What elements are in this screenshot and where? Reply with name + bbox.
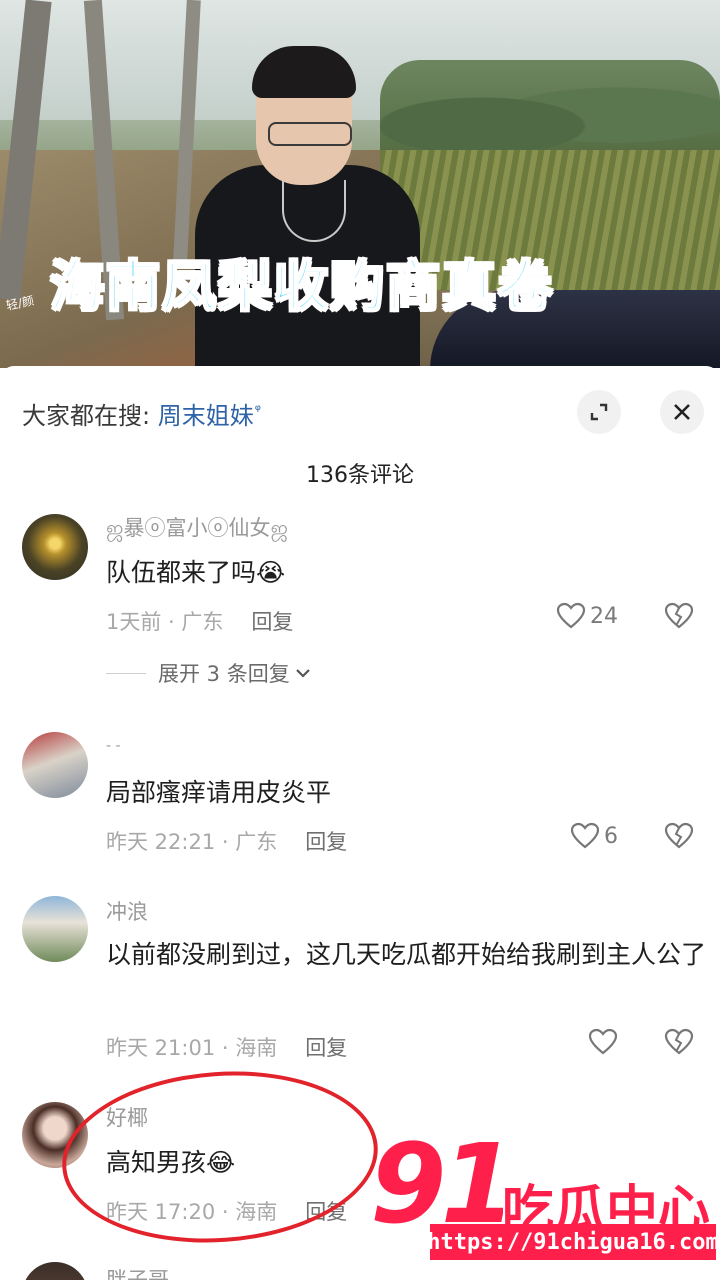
comment-text: 队伍都来了吗😭 xyxy=(106,558,286,587)
watermark-url: https://91chigua16.com xyxy=(427,1224,719,1260)
broken-heart-icon xyxy=(664,1028,694,1055)
close-icon xyxy=(674,404,690,420)
avatar[interactable] xyxy=(22,732,88,798)
comment-text: 以前都没刷到过，这几天吃瓜都开始给我刷到主人公了 xyxy=(106,940,707,969)
heart-icon xyxy=(570,822,600,849)
broken-heart-icon xyxy=(664,602,694,629)
reply-button[interactable]: 回复 xyxy=(305,830,347,854)
expand-replies-label: 展开 3 条回复 xyxy=(158,662,290,686)
video-person-necklace xyxy=(282,180,346,242)
comment-time-location: 昨天 21:01 · 海南 xyxy=(106,1036,278,1060)
video-caption: 海南凤梨收购商真卷 xyxy=(49,254,554,319)
comment-nickname[interactable]: - - xyxy=(106,738,121,754)
heart-icon xyxy=(588,1028,618,1055)
comment-count: 136条评论 xyxy=(306,463,414,488)
comment-nickname[interactable]: 胖子哥 xyxy=(106,1264,169,1280)
expand-icon xyxy=(590,403,608,421)
comment-meta: 1天前 · 广东 回复 xyxy=(106,606,293,636)
expand-sheet-button[interactable] xyxy=(577,390,621,434)
suggested-search[interactable]: 大家都在搜: 周末姐妹ᵠ xyxy=(22,396,261,431)
video-player[interactable]: 海南凤梨收购商真卷 轻/颜 xyxy=(0,0,720,368)
chevron-down-icon xyxy=(295,669,310,678)
like-count: 24 xyxy=(590,603,618,629)
comment-nickname[interactable]: ஜ暴ⓞ富小ⓞ仙女ஜ xyxy=(106,512,288,543)
search-icon: ᵠ xyxy=(254,401,261,419)
avatar[interactable] xyxy=(22,896,88,962)
like-button[interactable]: 24 xyxy=(556,602,618,630)
like-button[interactable]: 6 xyxy=(570,822,618,850)
divider xyxy=(106,672,146,674)
reply-button[interactable]: 回复 xyxy=(305,1036,347,1060)
site-watermark-logo: 91 吃瓜中心 https://91chigua16.com xyxy=(370,1120,720,1268)
close-button[interactable] xyxy=(660,390,704,434)
like-count: 6 xyxy=(604,823,618,849)
comment-time-location: 1天前 · 广东 xyxy=(106,610,224,634)
like-button[interactable] xyxy=(588,1028,622,1056)
comment-nickname[interactable]: 冲浪 xyxy=(106,896,148,926)
suggested-search-keyword[interactable]: 周末姐妹 xyxy=(158,402,254,430)
broken-heart-icon xyxy=(664,822,694,849)
suggested-search-prefix: 大家都在搜: xyxy=(22,402,151,430)
avatar[interactable] xyxy=(22,1262,88,1280)
video-person-glasses xyxy=(268,122,352,146)
comment-text: 局部瘙痒请用皮炎平 xyxy=(106,778,332,807)
avatar[interactable] xyxy=(22,514,88,580)
dislike-button[interactable] xyxy=(664,822,694,854)
comment-meta: 昨天 21:01 · 海南 回复 xyxy=(106,1032,347,1062)
heart-icon xyxy=(556,602,586,629)
dislike-button[interactable] xyxy=(664,1028,694,1060)
dislike-button[interactable] xyxy=(664,602,694,634)
reply-button[interactable]: 回复 xyxy=(251,610,293,634)
comment-time-location: 昨天 22:21 · 广东 xyxy=(106,830,278,854)
expand-replies-button[interactable]: 展开 3 条回复 xyxy=(106,658,312,688)
comment-meta: 昨天 22:21 · 广东 回复 xyxy=(106,826,347,856)
